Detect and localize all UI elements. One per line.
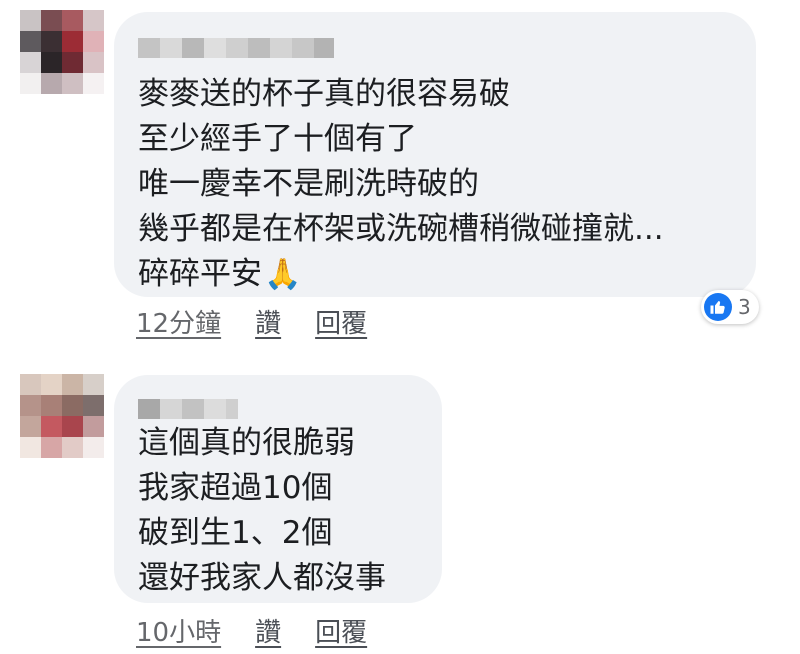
comment-bubble: 這個真的很脆弱 我家超過10個 破到生1、2個 還好我家人都沒事 xyxy=(114,375,442,603)
comment-line: 我家超過10個 xyxy=(138,470,333,506)
comment-text: 麥麥送的杯子真的很容易破 至少經手了十個有了 唯一慶幸不是刷洗時破的 幾乎都是在… xyxy=(138,72,664,297)
comment-actions: 12分鐘 讚 回覆 xyxy=(136,303,367,340)
comment-line: 至少經手了十個有了 xyxy=(138,121,417,157)
comment-line: 唯一慶幸不是刷洗時破的 xyxy=(138,166,479,202)
comment-bubble: 麥麥送的杯子真的很容易破 至少經手了十個有了 唯一慶幸不是刷洗時破的 幾乎都是在… xyxy=(114,12,756,297)
thumbs-up-icon xyxy=(704,293,732,321)
reply-button[interactable]: 回覆 xyxy=(315,612,367,649)
comment-line: 破到生1、2個 xyxy=(138,515,333,551)
timestamp-link[interactable]: 12分鐘 xyxy=(136,303,221,340)
comment-line: 麥麥送的杯子真的很容易破 xyxy=(138,76,510,112)
comment-text: 這個真的很脆弱 我家超過10個 破到生1、2個 還好我家人都沒事 xyxy=(138,421,386,601)
comment-actions: 10小時 讚 回覆 xyxy=(136,612,367,649)
reaction-badge[interactable]: 3 xyxy=(701,290,759,324)
avatar[interactable] xyxy=(20,10,104,94)
comment-line: 這個真的很脆弱 xyxy=(138,425,355,461)
reaction-count: 3 xyxy=(738,295,751,319)
comment-line: 碎碎平安🙏 xyxy=(138,252,664,297)
comment-line: 還好我家人都沒事 xyxy=(138,560,386,596)
commenter-name[interactable] xyxy=(138,399,238,419)
reply-button[interactable]: 回覆 xyxy=(315,303,367,340)
comment-line-text: 碎碎平安 xyxy=(138,256,262,292)
like-button[interactable]: 讚 xyxy=(255,612,281,649)
timestamp-link[interactable]: 10小時 xyxy=(136,612,221,649)
avatar[interactable] xyxy=(20,374,104,458)
comment-line: 幾乎都是在杯架或洗碗槽稍微碰撞就... xyxy=(138,211,664,247)
commenter-name[interactable] xyxy=(138,38,334,58)
folded-hands-icon: 🙏 xyxy=(264,257,302,292)
like-button[interactable]: 讚 xyxy=(255,303,281,340)
